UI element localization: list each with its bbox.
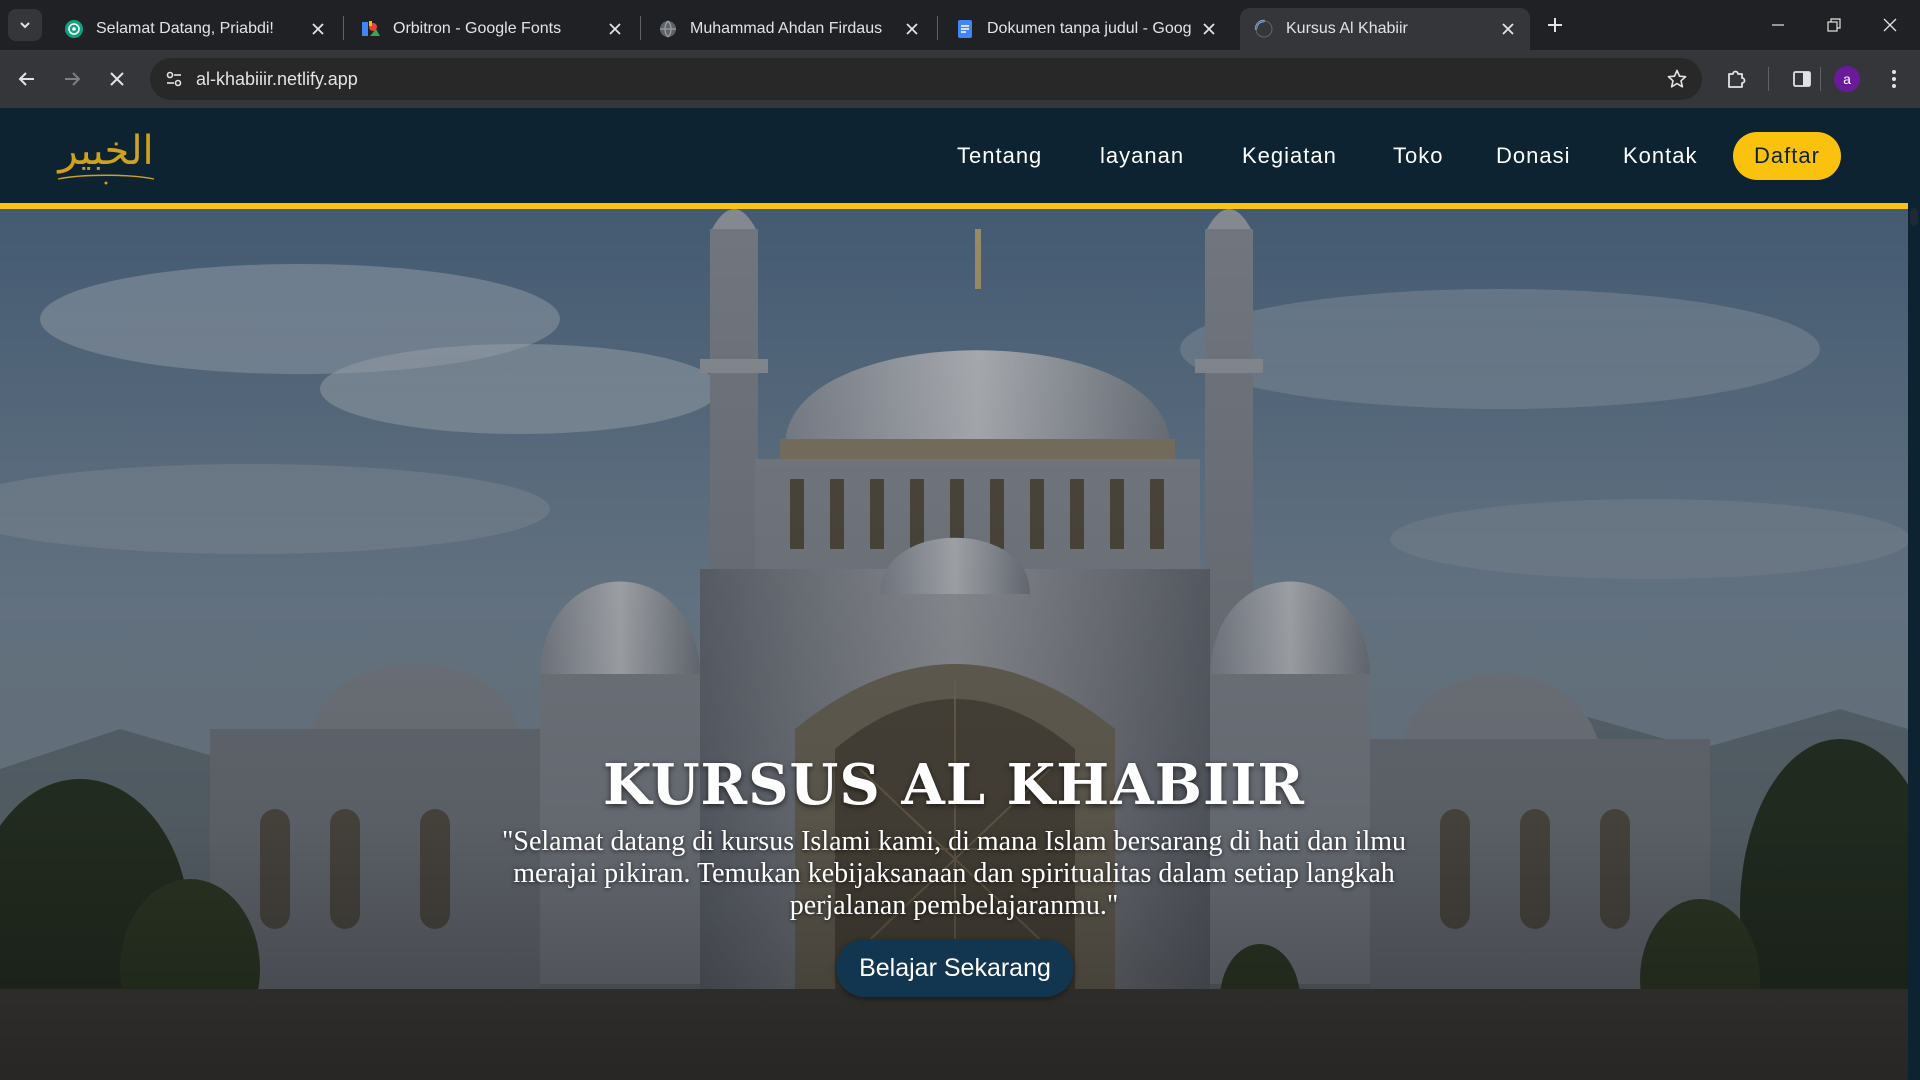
- nav-kegiatan[interactable]: Kegiatan: [1242, 132, 1337, 180]
- hero-section: KURSUS AL KHABIIR "Selamat datang di kur…: [0, 209, 1908, 1080]
- minimize-button[interactable]: [1750, 0, 1806, 50]
- tab-title: Selamat Datang, Priabdi!: [96, 20, 274, 37]
- close-window-button[interactable]: [1862, 0, 1918, 50]
- nav-layanan[interactable]: layanan: [1100, 132, 1184, 180]
- site-info-button[interactable]: [158, 63, 190, 95]
- google-docs-icon: [955, 19, 975, 39]
- nav-toko[interactable]: Toko: [1393, 132, 1443, 180]
- nav-tentang[interactable]: Tentang: [957, 132, 1042, 180]
- hero-title: KURSUS AL KHABIIR: [603, 752, 1305, 818]
- tab-title: Kursus Al Khabiir: [1286, 20, 1408, 37]
- tab-title: Orbitron - Google Fonts: [393, 20, 562, 37]
- profile-avatar[interactable]: a: [1834, 66, 1860, 92]
- close-tab-icon[interactable]: [306, 17, 330, 41]
- arrow-right-icon: [65, 72, 81, 86]
- tab-separator: [640, 16, 641, 40]
- bookmark-button[interactable]: [1664, 66, 1690, 92]
- plus-icon: [1548, 18, 1562, 32]
- close-tab-icon[interactable]: [603, 17, 627, 41]
- toolbar-divider: [1768, 67, 1769, 91]
- tab-separator: [937, 16, 938, 40]
- side-panel-icon: [1793, 71, 1811, 87]
- address-bar[interactable]: al-khabiiir.netlify.app: [150, 58, 1702, 100]
- tab-kursus-al-khabiir[interactable]: Kursus Al Khabiir: [1240, 8, 1530, 50]
- url-text[interactable]: al-khabiiir.netlify.app: [196, 58, 358, 100]
- close-tab-icon[interactable]: [1197, 17, 1221, 41]
- tab-search-button[interactable]: [8, 9, 42, 41]
- browser-menu-button[interactable]: [1877, 62, 1911, 96]
- star-icon: [1667, 69, 1687, 88]
- nav-donasi[interactable]: Donasi: [1496, 132, 1570, 180]
- close-icon: [110, 72, 124, 86]
- nav-kontak[interactable]: Kontak: [1623, 132, 1698, 180]
- toolbar-divider: [1820, 67, 1821, 91]
- tab-dokumen[interactable]: Dokumen tanpa judul - Google: [941, 8, 1231, 50]
- tab-title: Muhammad Ahdan Firdaus: [690, 20, 883, 37]
- browser-tab-strip: Selamat Datang, Priabdi! Orbitron - Goog…: [0, 0, 1920, 50]
- page-scrollbar[interactable]: [1908, 108, 1920, 1080]
- globe-icon: [658, 19, 678, 39]
- forward-button[interactable]: [55, 62, 89, 96]
- site-logo[interactable]: الخبير: [52, 116, 160, 188]
- more-vert-icon: [1892, 70, 1896, 88]
- belajar-sekarang-button[interactable]: Belajar Sekarang: [836, 939, 1074, 997]
- new-tab-button[interactable]: [1541, 11, 1569, 39]
- side-panel-button[interactable]: [1785, 62, 1819, 96]
- back-button[interactable]: [10, 62, 44, 96]
- tune-icon: [166, 71, 182, 87]
- web-page: الخبير Tentang layanan Kegiatan Toko Don…: [0, 108, 1920, 1080]
- restore-button[interactable]: [1806, 0, 1862, 50]
- tab-muhammad-ahdan[interactable]: Muhammad Ahdan Firdaus: [644, 8, 934, 50]
- google-fonts-icon: [361, 19, 381, 39]
- daftar-button[interactable]: Daftar: [1733, 132, 1841, 180]
- restore-icon: [1827, 18, 1841, 32]
- extensions-button[interactable]: [1719, 62, 1753, 96]
- logo-text: الخبير: [56, 128, 153, 174]
- tab-separator: [343, 16, 344, 40]
- close-tab-icon[interactable]: [900, 17, 924, 41]
- logo-icon: الخبير: [56, 128, 155, 185]
- hero-quote: "Selamat datang di kursus Islami kami, d…: [501, 826, 1407, 921]
- minimize-icon: [1772, 24, 1784, 26]
- close-icon: [1883, 18, 1897, 32]
- chatgpt-icon: [64, 19, 84, 39]
- puzzle-icon: [1728, 70, 1746, 88]
- tab-title: Dokumen tanpa judul - Google: [987, 20, 1191, 37]
- chevron-down-icon: [20, 22, 30, 29]
- browser-toolbar: al-khabiiir.netlify.app: [0, 50, 1920, 108]
- scrollbar-thumb[interactable]: [1910, 208, 1918, 226]
- site-header: الخبير Tentang layanan Kegiatan Toko Don…: [0, 108, 1920, 203]
- tab-orbitron[interactable]: Orbitron - Google Fonts: [347, 8, 637, 50]
- tab-selamat-datang[interactable]: Selamat Datang, Priabdi!: [50, 8, 340, 50]
- loading-spinner-icon: [1254, 19, 1274, 39]
- arrow-left-icon: [18, 72, 34, 86]
- close-tab-icon[interactable]: [1496, 17, 1520, 41]
- stop-loading-button[interactable]: [100, 62, 134, 96]
